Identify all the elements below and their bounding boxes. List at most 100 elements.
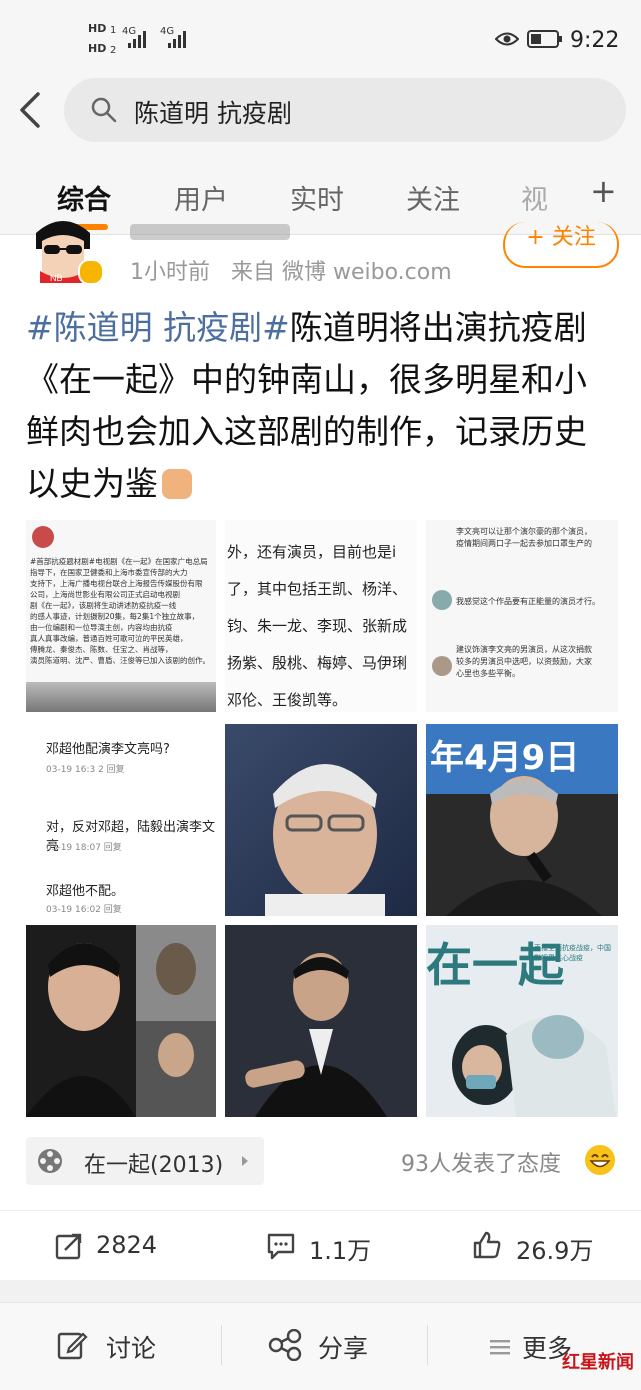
image-2-line: 了，其中包括王凯、杨洋、 bbox=[227, 580, 408, 598]
divider bbox=[221, 1325, 222, 1365]
hd-indicator-2: HD bbox=[88, 42, 107, 55]
image-1-line: 支持下，上海广播电视台联合上海报告传媒股份有限 bbox=[30, 579, 203, 588]
section-divider bbox=[0, 1280, 641, 1302]
discuss-label: 讨论 bbox=[106, 1334, 157, 1363]
image-3-line: 较多的男演员中选吧，以资鼓励，大家 bbox=[456, 657, 592, 666]
signal-strength-2-icon bbox=[168, 30, 186, 48]
post-image-7[interactable] bbox=[26, 925, 216, 1117]
post-meta: 1小时前 来自 微博 weibo.com bbox=[130, 254, 452, 286]
clock-time: 9:22 bbox=[570, 28, 620, 53]
menu-icon bbox=[490, 1340, 510, 1355]
image-1-line: 的感人事迹，计划摄制20集，每2集1个独立故事， bbox=[30, 612, 200, 621]
image-1-line: 真人真事改编，普通百姓可歌可泣的平民英雄， bbox=[30, 634, 188, 643]
signal-strength-1-icon bbox=[128, 30, 146, 48]
comment-button[interactable]: 1.1万 bbox=[266, 1211, 386, 1281]
image-4-comment: 邓超他不配。 bbox=[46, 884, 125, 899]
username-cropped[interactable] bbox=[130, 224, 290, 240]
sim-index-1: 1 bbox=[110, 25, 117, 36]
back-arrow-icon[interactable] bbox=[16, 90, 46, 130]
image-2-line: 邓伦、王俊凯等。 bbox=[227, 691, 348, 709]
image-3-line: 建议饰演李文亮的男演员，从这次捐款 bbox=[456, 645, 592, 654]
eye-icon bbox=[495, 32, 519, 46]
image-1-line: 演员陈道明、沈严、曹盾、汪俊等已加入该剧的创作。 bbox=[30, 656, 210, 665]
chevron-right-icon bbox=[242, 1156, 248, 1166]
post-body: #陈道明 抗疫剧#陈道明将出演抗疫剧《在一起》中的钟南山，很多明星和小鲜肉也会加… bbox=[26, 302, 618, 510]
image-4-comment-meta: 03-19 16:3 2 回复 bbox=[46, 765, 125, 775]
add-tab-icon[interactable]: + bbox=[590, 172, 617, 210]
share-label: 分享 bbox=[318, 1334, 369, 1363]
image-3-line: 我感觉这个作品要有正能量的演员才行。 bbox=[456, 597, 600, 606]
more-button[interactable]: 更多 bbox=[490, 1303, 610, 1390]
post-source: 来自 微博 weibo.com bbox=[230, 260, 452, 285]
image-1-line: 由一位编剧和一位导演主创，内容均由抗疫 bbox=[30, 623, 173, 632]
portrait-collage-photo bbox=[26, 925, 216, 1117]
search-icon bbox=[91, 97, 117, 123]
bottom-action-bar: 讨论 分享 更多 bbox=[0, 1302, 641, 1390]
like-icon bbox=[473, 1231, 501, 1259]
battery-icon bbox=[527, 30, 562, 48]
tab-users[interactable]: 用户 bbox=[174, 178, 228, 217]
post-image-9[interactable]: 在一起 直播全面抗疫战疫，中国影视界共心战疫 bbox=[426, 925, 618, 1117]
like-count: 26.9万 bbox=[516, 1237, 594, 1265]
image-3-line: 李文亮可以让那个演尔豪的那个演员， bbox=[456, 527, 592, 536]
movie-title: 在一起(2013) bbox=[84, 1153, 224, 1178]
search-query-text: 陈道明 抗疫剧 bbox=[134, 99, 292, 128]
tab-realtime[interactable]: 实时 bbox=[290, 178, 344, 217]
search-input[interactable]: 陈道明 抗疫剧 bbox=[64, 78, 626, 142]
like-button[interactable]: 26.9万 bbox=[472, 1211, 612, 1281]
post-actions: 2824 1.1万 26.9万 bbox=[0, 1210, 641, 1281]
film-reel-icon bbox=[38, 1149, 62, 1173]
tab-video[interactable]: 视 bbox=[521, 178, 548, 217]
grin-emoji-icon[interactable] bbox=[584, 1144, 616, 1176]
reaction-count[interactable]: 93人发表了态度 bbox=[401, 1146, 561, 1178]
image-2-line: 外，还有演员，目前也是i bbox=[227, 543, 397, 561]
edit-icon bbox=[57, 1332, 88, 1360]
medical-workers-photo bbox=[452, 1015, 616, 1117]
portrait-photo bbox=[265, 764, 385, 916]
post-time: 1小时前 bbox=[130, 260, 210, 285]
repost-icon bbox=[55, 1233, 82, 1260]
svg-text:NB: NB bbox=[50, 273, 63, 283]
follow-button[interactable]: + 关注 bbox=[503, 222, 619, 268]
tab-comprehensive[interactable]: 综合 bbox=[57, 178, 111, 217]
screenshot-avatar bbox=[32, 526, 54, 548]
share-button[interactable]: 分享 bbox=[268, 1303, 418, 1390]
post-image-8[interactable] bbox=[225, 925, 417, 1117]
image-4-comment: 邓超他配演李文亮吗? bbox=[46, 742, 170, 757]
image-1-line: 公司，上海尚世影业有限公司正式启动电视剧 bbox=[30, 590, 180, 599]
image-3-text: 李文亮可以让那个演尔豪的那个演员， 疫情期间两口子一起去参加口罩生产的 我感觉这… bbox=[456, 526, 616, 680]
image-1-text: #首部抗疫题材剧#电视剧《在一起》在国家广电总局 指导下，在国家卫健委和上海市委… bbox=[30, 556, 212, 666]
sim-index-2: 2 bbox=[110, 45, 117, 56]
tab-following[interactable]: 关注 bbox=[406, 178, 460, 217]
search-header: 陈道明 抗疫剧 bbox=[0, 72, 641, 150]
image-3-line: 心里也多些平衡。 bbox=[456, 669, 520, 678]
post-image-2[interactable]: 外，还有演员，目前也是i 了，其中包括王凯、杨洋、 钧、朱一龙、李现、张新成 扬… bbox=[225, 520, 417, 712]
image-3-line: 疫情期间两口子一起去参加口罩生产的 bbox=[456, 539, 592, 548]
image-4-comment-meta: 03-19 18:07 回复 bbox=[46, 843, 122, 853]
repost-button[interactable]: 2824 bbox=[54, 1211, 174, 1281]
image-2-text: 外，还有演员，目前也是i 了，其中包括王凯、杨洋、 钧、朱一龙、李现、张新成 扬… bbox=[227, 534, 417, 712]
image-1-line: 指导下，在国家卫健委和上海市委宣传部的大力 bbox=[30, 568, 188, 577]
discuss-button[interactable]: 讨论 bbox=[56, 1303, 216, 1390]
verified-badge-icon bbox=[78, 259, 102, 283]
follow-button-label: + 关注 bbox=[526, 225, 596, 250]
post-image-6[interactable]: 年4月9日 bbox=[426, 724, 618, 916]
post-image-5[interactable] bbox=[225, 724, 417, 916]
fist-emoji-icon bbox=[162, 469, 192, 499]
movie-card[interactable]: 在一起(2013) bbox=[26, 1137, 264, 1185]
hd-indicator-1: HD bbox=[88, 22, 107, 35]
image-4-comment-meta: 03-19 16:02 回复 bbox=[46, 905, 122, 915]
image-1-line: 傅腾龙、秦俊杰、陈数、任宝之、肖战等， bbox=[30, 645, 173, 654]
screenshot-avatar bbox=[432, 656, 452, 676]
comment-count: 1.1万 bbox=[309, 1237, 372, 1265]
portrait-photo bbox=[426, 776, 618, 916]
post-image-3[interactable]: 李文亮可以让那个演尔豪的那个演员， 疫情期间两口子一起去参加口罩生产的 我感觉这… bbox=[426, 520, 618, 712]
share-icon bbox=[268, 1329, 302, 1361]
status-bar: HD 1 HD 2 4G 4G 9:22 bbox=[0, 0, 641, 72]
avatar[interactable]: NB bbox=[24, 215, 102, 283]
divider bbox=[427, 1325, 428, 1365]
hashtag-link[interactable]: #陈道明 抗疫剧# bbox=[26, 308, 290, 347]
portrait-photo bbox=[245, 953, 387, 1117]
post-image-4[interactable]: 邓超他配演李文亮吗? 03-19 16:3 2 回复 对，反对邓超，陆毅出演李文… bbox=[26, 724, 216, 916]
post-image-1[interactable]: #首部抗疫题材剧#电视剧《在一起》在国家广电总局 指导下，在国家卫健委和上海市委… bbox=[26, 520, 216, 712]
